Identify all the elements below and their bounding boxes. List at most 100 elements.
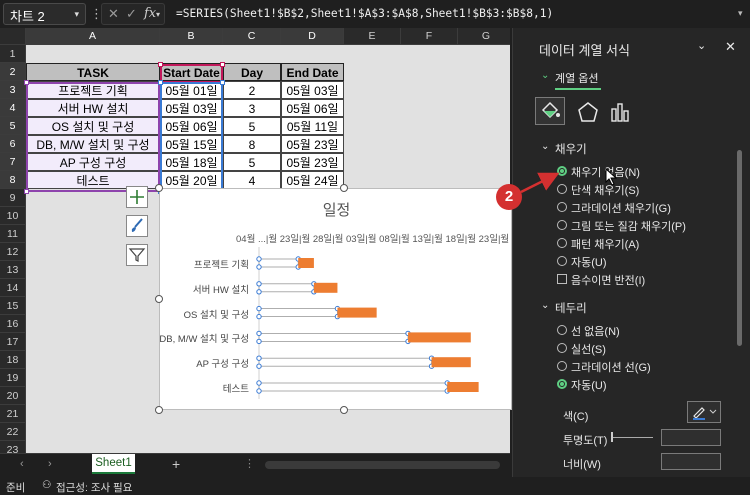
pen-color-icon (693, 407, 717, 420)
border-section-header[interactable]: 테두리 (555, 300, 587, 316)
option-label-border_options[interactable]: 그라데이션 선(G) (571, 359, 651, 375)
fill-line-tab[interactable] (535, 97, 565, 125)
option-label-border_options[interactable]: 실선(S) (571, 341, 606, 357)
radio-border_options-0[interactable] (557, 325, 567, 335)
option-label-fill_options[interactable]: 그라데이션 채우기(G) (571, 200, 671, 216)
radio-fill_options-0[interactable] (557, 166, 567, 176)
effects-tab[interactable] (577, 101, 599, 126)
category-label: DB, M/W 설치 및 구성 (159, 334, 249, 346)
formula-input[interactable]: =SERIES(Sheet1!$B$2,Sheet1!$A$3:$A$8,She… (172, 3, 692, 25)
expand-formula-icon[interactable]: ▾ (738, 8, 743, 19)
chevron-down-icon: ⌄ (541, 141, 550, 152)
option-label-border_options[interactable]: 선 없음(N) (571, 323, 620, 339)
selection-handle[interactable] (256, 256, 262, 262)
transparency-label: 투명도(T) (563, 435, 608, 447)
formula-bar: 차트 2 ▾ ⋮ ✕ ✓ fx ▾ =SERIES(Sheet1!$B$2,Sh… (0, 0, 750, 28)
gantt-chart[interactable]: 일정 04월 ...|월 23일|월 28일|월 03일|월 08일|월 13일… (159, 188, 513, 411)
category-label: 서버 HW 설치 (192, 284, 249, 296)
mouse-cursor-icon (605, 168, 618, 186)
selection-handle[interactable] (256, 380, 262, 386)
duration-bar[interactable] (431, 357, 471, 368)
chart-resize-handle[interactable] (340, 406, 348, 414)
selection-handle[interactable] (256, 264, 262, 270)
horizontal-scrollbar[interactable] (265, 461, 500, 469)
duration-bar[interactable] (313, 282, 338, 293)
start-date-bar[interactable] (258, 357, 432, 367)
start-date-bar[interactable] (258, 283, 315, 293)
radio-border_options-1[interactable] (557, 343, 567, 353)
option-label-border_options[interactable]: 자동(U) (571, 377, 607, 393)
name-box[interactable]: 차트 2 ▾ (3, 3, 86, 25)
chevron-down-icon: ⌄ (541, 70, 550, 81)
option-label-fill_options[interactable]: 자동(U) (571, 254, 607, 270)
chart-resize-handle[interactable] (155, 184, 163, 192)
pane-title: 데이터 계열 서식 (539, 43, 630, 58)
radio-border_options-3[interactable] (557, 379, 567, 389)
callout-badge-2: 2 (496, 184, 522, 210)
next-sheet-icon[interactable]: › (48, 458, 52, 470)
radio-border_options-2[interactable] (557, 361, 567, 371)
radio-fill_options-5[interactable] (557, 256, 567, 266)
radio-fill_options-3[interactable] (557, 220, 567, 230)
status-ready: 준비 (6, 482, 26, 494)
chevron-down-icon: ▾ (74, 9, 79, 19)
category-label: AP 구성 구성 (196, 359, 249, 371)
start-date-bar[interactable] (258, 332, 409, 342)
start-date-bar[interactable] (258, 308, 338, 317)
radio-fill_options-1[interactable] (557, 184, 567, 194)
sheet-tab-sheet1[interactable]: Sheet1 (92, 454, 135, 474)
series-options-tab[interactable] (609, 101, 631, 126)
format-data-series-pane: 데이터 계열 서식 ⌄ ✕ ⌄ 계열 옵션 ⌄ 채우기 채우기 없음(N) 단색 … (512, 28, 750, 477)
color-picker-button[interactable] (687, 401, 721, 423)
name-box-value: 차트 2 (10, 9, 45, 24)
category-label: 테스트 (222, 384, 249, 395)
chevron-down-icon[interactable]: ⌄ (697, 39, 706, 52)
accessibility-icon: ⚇ (42, 479, 52, 491)
selection-handle[interactable] (256, 313, 262, 320)
duration-bar[interactable] (298, 258, 314, 268)
selection-handle[interactable] (256, 363, 262, 369)
selection-handle[interactable] (256, 289, 262, 295)
sheet-tab-bar: ‹ › Sheet1 + ⋮ (0, 453, 510, 477)
width-input[interactable] (661, 453, 721, 470)
selection-handle[interactable] (256, 330, 262, 337)
transparency-slider-thumb[interactable] (611, 432, 613, 442)
enter-icon[interactable]: ✓ (126, 6, 137, 22)
cancel-icon[interactable]: ✕ (108, 6, 119, 22)
accessibility-status[interactable]: 접근성: 조사 필요 (56, 480, 132, 495)
radio-fill_options-4[interactable] (557, 238, 567, 248)
option-label-fill_options[interactable]: 그림 또는 질감 채우기(P) (571, 218, 686, 234)
add-sheet-icon[interactable]: + (172, 456, 180, 472)
prev-sheet-icon[interactable]: ‹ (20, 458, 24, 470)
chart-resize-handle[interactable] (155, 295, 163, 303)
selection-handle[interactable] (256, 338, 262, 345)
sheet-options-icon[interactable]: ⋮ (244, 457, 255, 470)
tab-series-options[interactable]: 계열 옵션 (555, 70, 599, 86)
duration-bar[interactable] (447, 382, 479, 392)
chart-resize-handle[interactable] (155, 406, 163, 414)
selection-handle[interactable] (256, 281, 262, 287)
selection-handle[interactable] (256, 305, 262, 312)
duration-bar[interactable] (337, 307, 377, 318)
close-icon[interactable]: ✕ (725, 39, 736, 55)
invert-if-negative-checkbox[interactable] (557, 274, 567, 284)
status-bar: 준비 ⚇ 접근성: 조사 필요 (0, 477, 750, 495)
duration-bar[interactable] (408, 332, 471, 343)
chart-resize-handle[interactable] (340, 184, 348, 192)
option-label-fill_options[interactable]: 패턴 채우기(A) (571, 236, 639, 252)
transparency-slider[interactable] (611, 437, 653, 438)
width-label: 너비(W) (563, 459, 601, 471)
start-date-bar[interactable] (258, 382, 448, 392)
formula-actions: ✕ ✓ fx ▾ (101, 3, 165, 25)
transparency-input[interactable] (661, 429, 721, 446)
plot-area[interactable] (160, 189, 513, 411)
pane-scrollbar[interactable] (737, 150, 742, 346)
fill-section-header[interactable]: 채우기 (555, 141, 587, 157)
selection-handle[interactable] (256, 388, 262, 394)
radio-fill_options-2[interactable] (557, 202, 567, 212)
category-label: OS 설치 및 구성 (183, 309, 249, 321)
fx-icon[interactable]: fx (144, 6, 156, 21)
invert-if-negative-label[interactable]: 음수이면 반전(I) (571, 272, 645, 288)
start-date-bar[interactable] (258, 258, 299, 268)
selection-handle[interactable] (256, 355, 262, 361)
